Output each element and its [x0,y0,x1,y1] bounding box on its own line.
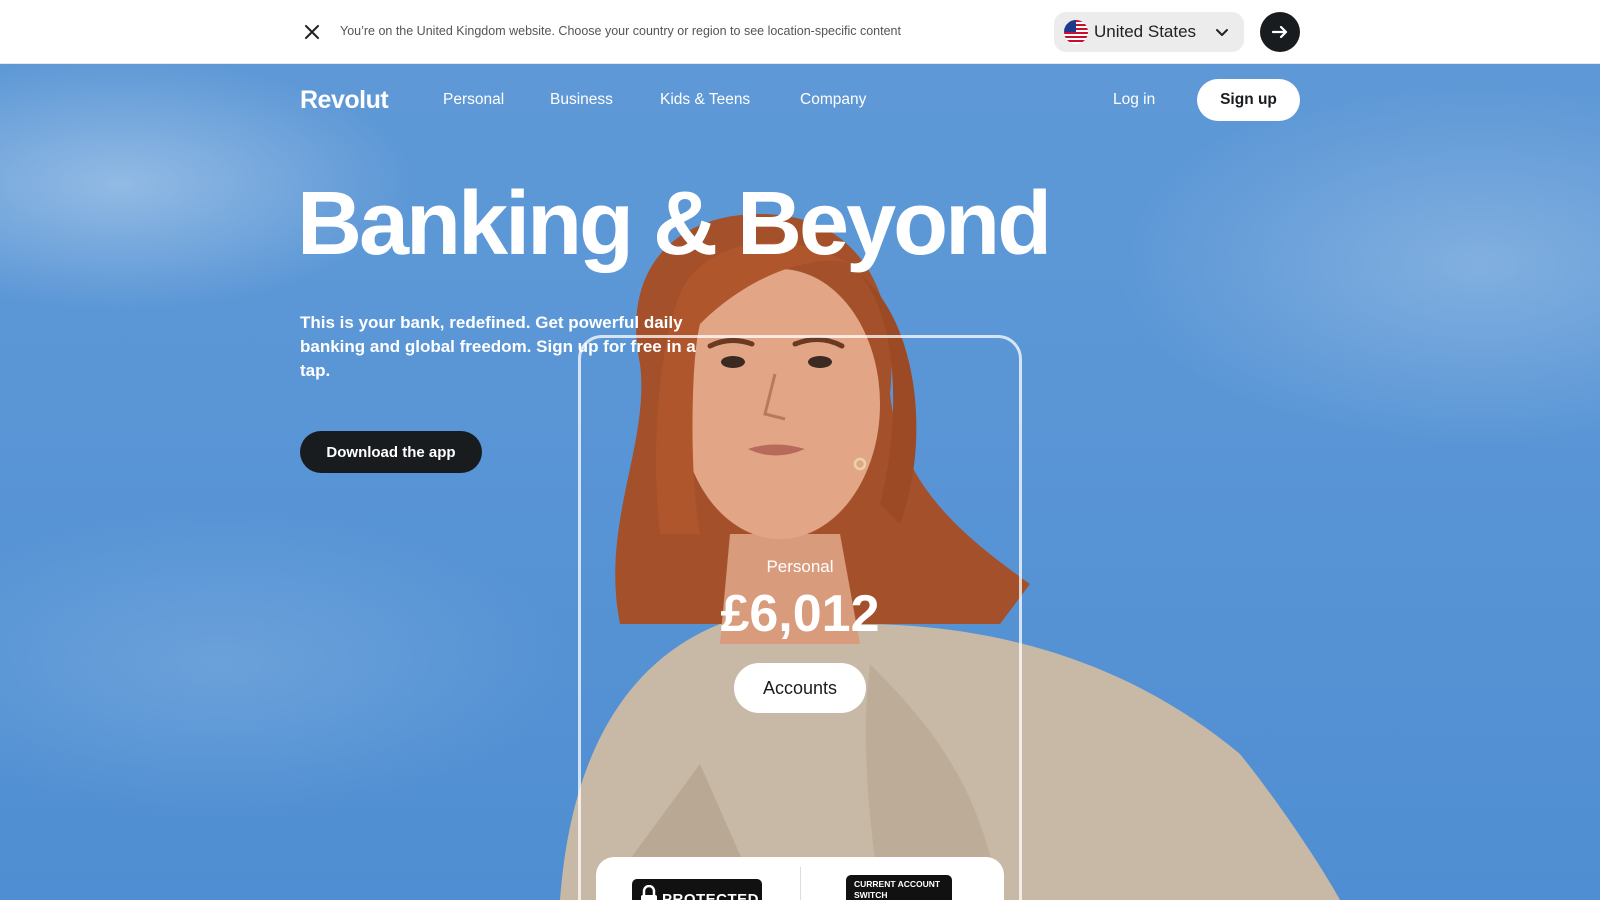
login-link[interactable]: Log in [1113,91,1155,109]
close-icon[interactable] [300,20,324,44]
protected-badge-text: PROTECTED [662,891,760,900]
country-select[interactable]: United States [1054,12,1244,52]
hero-headline: Banking & Beyond [297,174,1052,274]
signup-button[interactable]: Sign up [1197,79,1300,121]
badge-divider [800,867,801,900]
us-flag-icon [1064,20,1088,44]
protected-badge: PROTECTED [632,879,762,900]
trust-badges-card: PROTECTED CURRENT ACCOUNT SWITCH [596,857,1004,900]
region-banner: You’re on the United Kingdom website. Ch… [0,0,1600,64]
nav-company[interactable]: Company [800,91,866,109]
hero-section: Revolut Personal Business Kids & Teens C… [0,64,1600,900]
nav-personal[interactable]: Personal [443,91,504,109]
confirm-region-button[interactable] [1260,12,1300,52]
lock-icon [641,885,657,900]
accounts-button[interactable]: Accounts [734,663,866,713]
account-label: Personal [766,557,834,576]
selected-country: United States [1094,22,1197,41]
nav-business[interactable]: Business [550,91,613,109]
download-app-button[interactable]: Download the app [300,431,482,473]
chevron-down-icon [1214,24,1230,40]
region-message: You’re on the United Kingdom website. Ch… [340,24,901,38]
arrow-right-icon [1271,25,1288,39]
cass-badge-text: CURRENT ACCOUNT SWITCH [854,879,941,900]
account-balance: £6,012 [720,585,880,643]
current-account-switch-badge: CURRENT ACCOUNT SWITCH [846,875,952,900]
nav-kids-teens[interactable]: Kids & Teens [660,91,750,109]
revolut-logo[interactable]: Revolut [300,86,389,115]
